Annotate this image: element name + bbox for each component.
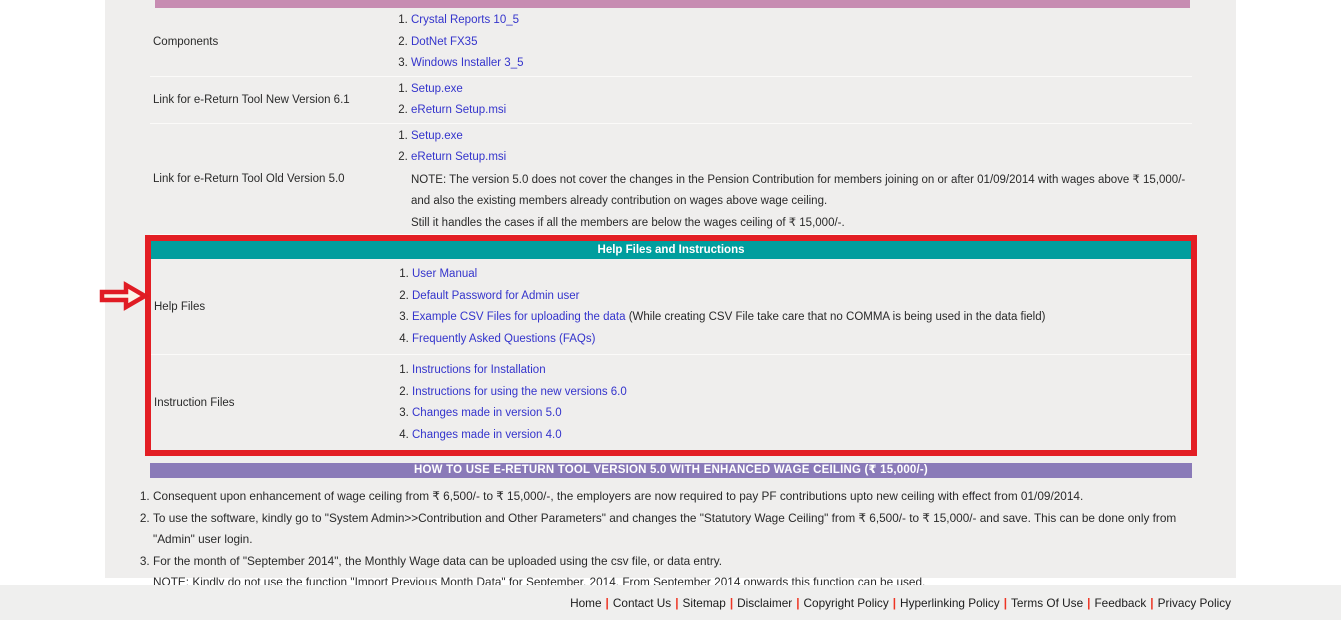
list-item: User Manual xyxy=(412,264,1191,286)
instruction-link[interactable]: Changes made in version 5.0 xyxy=(412,407,562,419)
instruction-link[interactable]: Instructions for using the new versions … xyxy=(412,386,627,398)
table-row-components: Components Crystal Reports 10_5 DotNet F… xyxy=(150,8,1192,77)
footer-separator: | xyxy=(796,596,799,610)
footer-separator: | xyxy=(1087,596,1090,610)
row-content: Crystal Reports 10_5 DotNet FX35 Windows… xyxy=(393,8,1192,76)
footer-separator: | xyxy=(606,596,609,610)
main-table: Components Crystal Reports 10_5 DotNet F… xyxy=(150,0,1192,594)
row-label: Components xyxy=(150,8,393,76)
step-item: To use the software, kindly go to "Syste… xyxy=(153,508,1192,551)
list-item: Windows Installer 3_5 xyxy=(411,53,1192,75)
link-list: Instructions for Installation Instructio… xyxy=(394,355,1191,450)
list-item: Crystal Reports 10_5 xyxy=(411,10,1192,32)
step-item: For the month of "September 2014", the M… xyxy=(153,551,1192,573)
file-link[interactable]: eReturn Setup.msi xyxy=(411,104,506,116)
footer-link-privacy-policy[interactable]: Privacy Policy xyxy=(1158,596,1231,610)
version-note: NOTE: The version 5.0 does not cover the… xyxy=(411,170,1192,213)
footer-link-hyperlinking-policy[interactable]: Hyperlinking Policy xyxy=(900,596,1000,610)
red-arrow-pointer-icon xyxy=(99,280,149,312)
row-label: Link for e-Return Tool New Version 6.1 xyxy=(150,77,393,123)
row-content: User Manual Default Password for Admin u… xyxy=(394,259,1191,354)
table-row-help-files: Help Files User Manual Default Password … xyxy=(151,259,1191,355)
file-link[interactable]: Crystal Reports 10_5 xyxy=(411,14,519,26)
file-link[interactable]: Windows Installer 3_5 xyxy=(411,57,524,69)
row-content: Setup.exe eReturn Setup.msi xyxy=(393,77,1192,123)
footer-link-feedback[interactable]: Feedback xyxy=(1094,596,1146,610)
file-link[interactable]: DotNet FX35 xyxy=(411,36,477,48)
list-item: Default Password for Admin user xyxy=(412,286,1191,308)
list-item: Changes made in version 5.0 xyxy=(412,403,1191,425)
link-list: Setup.exe eReturn Setup.msi xyxy=(393,124,1192,170)
list-item: eReturn Setup.msi xyxy=(411,100,1192,122)
section-top-bar xyxy=(155,0,1190,8)
list-item: Instructions for Installation xyxy=(412,360,1191,382)
file-link[interactable]: Setup.exe xyxy=(411,83,463,95)
list-item: Setup.exe xyxy=(411,126,1192,148)
table-row-instruction-files: Instruction Files Instructions for Insta… xyxy=(151,355,1191,450)
help-link[interactable]: Frequently Asked Questions (FAQs) xyxy=(412,333,595,345)
row-label: Instruction Files xyxy=(151,355,394,450)
list-item: eReturn Setup.msi xyxy=(411,147,1192,169)
link-list: Crystal Reports 10_5 DotNet FX35 Windows… xyxy=(393,8,1192,76)
footer-link-terms-of-use[interactable]: Terms Of Use xyxy=(1011,596,1083,610)
link-list: User Manual Default Password for Admin u… xyxy=(394,259,1191,354)
footer-link-sitemap[interactable]: Sitemap xyxy=(683,596,726,610)
link-annotation: (While creating CSV File take care that … xyxy=(626,311,1046,323)
file-link[interactable]: Setup.exe xyxy=(411,130,463,142)
footer-separator: | xyxy=(893,596,896,610)
footer-separator: | xyxy=(730,596,733,610)
list-item: Frequently Asked Questions (FAQs) xyxy=(412,329,1191,351)
help-files-highlight-box: Help Files and Instructions Help Files U… xyxy=(145,235,1197,456)
help-link[interactable]: Default Password for Admin user xyxy=(412,290,579,302)
row-label: Help Files xyxy=(151,259,394,354)
footer-nav: Home | Contact Us | Sitemap | Disclaimer | C… xyxy=(0,585,1341,620)
list-item: Changes made in version 4.0 xyxy=(412,425,1191,447)
how-to-steps: Consequent upon enhancement of wage ceil… xyxy=(135,486,1192,572)
table-row-old-version: Link for e-Return Tool Old Version 5.0 S… xyxy=(150,124,1192,236)
row-label: Link for e-Return Tool Old Version 5.0 xyxy=(150,124,393,235)
table-row-new-version: Link for e-Return Tool New Version 6.1 S… xyxy=(150,77,1192,124)
footer-link-disclaimer[interactable]: Disclaimer xyxy=(737,596,792,610)
help-link[interactable]: User Manual xyxy=(412,268,477,280)
instruction-link[interactable]: Instructions for Installation xyxy=(412,364,546,376)
footer-separator: | xyxy=(675,596,678,610)
footer-link-home[interactable]: Home xyxy=(570,596,601,610)
link-list: Setup.exe eReturn Setup.msi xyxy=(393,77,1192,123)
help-section-header: Help Files and Instructions xyxy=(151,241,1191,259)
list-item: Setup.exe xyxy=(411,79,1192,101)
file-link[interactable]: eReturn Setup.msi xyxy=(411,151,506,163)
step-item: Consequent upon enhancement of wage ceil… xyxy=(153,486,1192,508)
instruction-link[interactable]: Changes made in version 4.0 xyxy=(412,429,562,441)
list-item: DotNet FX35 xyxy=(411,32,1192,54)
how-to-header: HOW TO USE E-RETURN TOOL VERSION 5.0 WIT… xyxy=(150,463,1192,478)
footer-link-copyright-policy[interactable]: Copyright Policy xyxy=(804,596,889,610)
version-note: Still it handles the cases if all the me… xyxy=(411,213,1192,235)
footer-separator: | xyxy=(1150,596,1153,610)
row-content: Setup.exe eReturn Setup.msi NOTE: The ve… xyxy=(393,124,1192,235)
row-content: Instructions for Installation Instructio… xyxy=(394,355,1191,450)
help-link[interactable]: Example CSV Files for uploading the data xyxy=(412,311,626,323)
footer-link-contact-us[interactable]: Contact Us xyxy=(613,596,671,610)
footer-separator: | xyxy=(1004,596,1007,610)
content-area: Components Crystal Reports 10_5 DotNet F… xyxy=(105,0,1236,578)
list-item: Example CSV Files for uploading the data… xyxy=(412,307,1191,329)
list-item: Instructions for using the new versions … xyxy=(412,382,1191,404)
